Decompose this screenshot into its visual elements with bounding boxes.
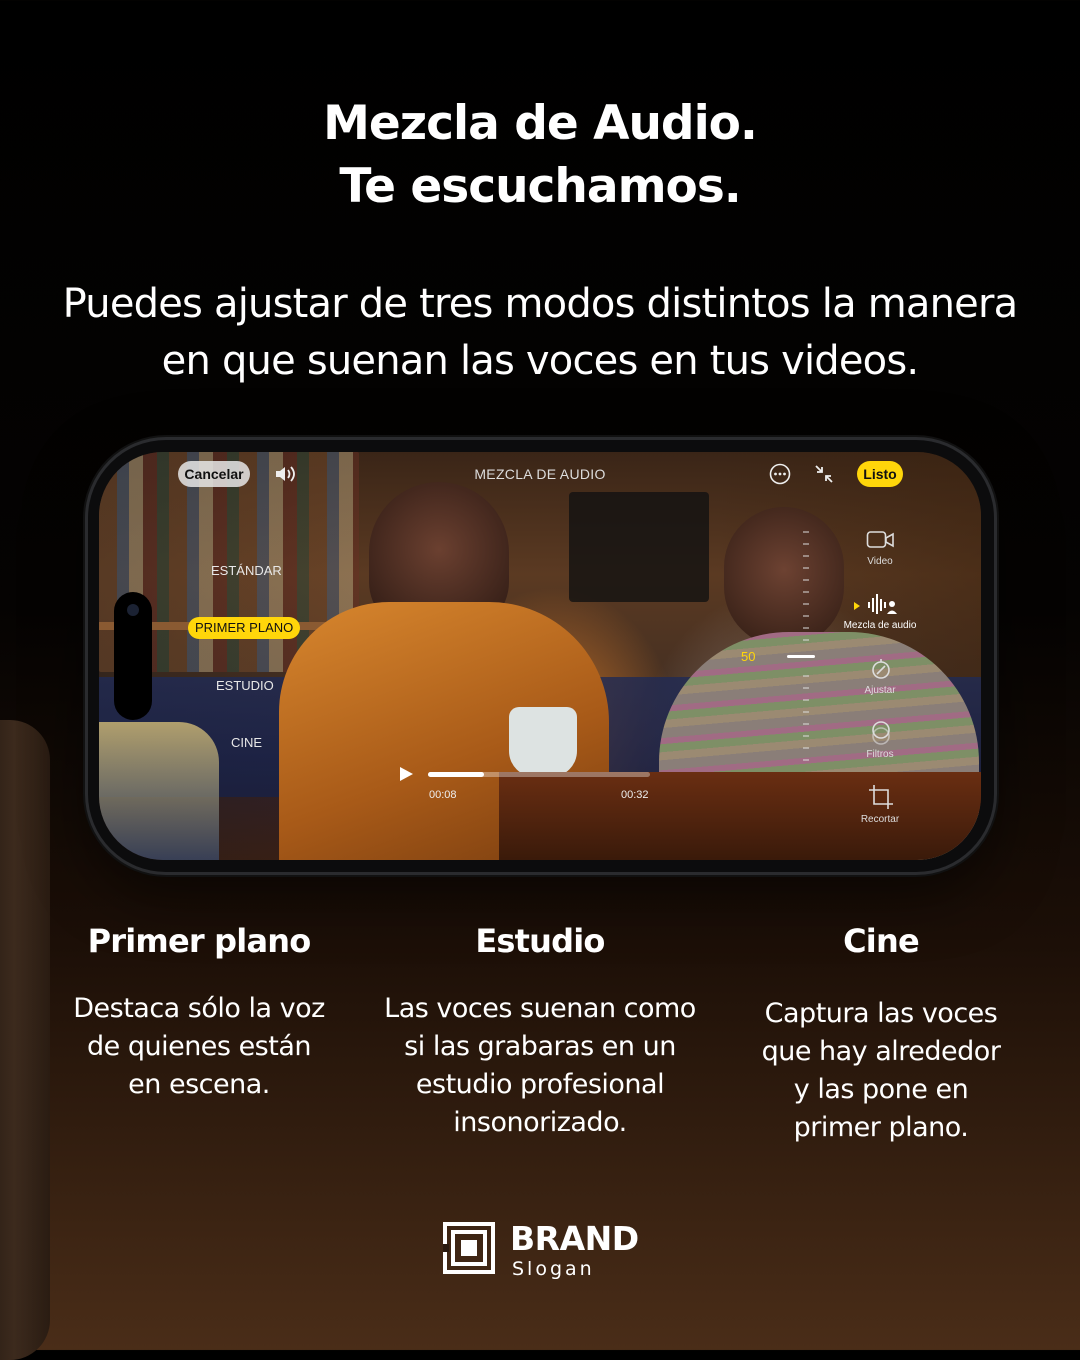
done-button[interactable]: Listo [857, 461, 903, 487]
adjust-dial-icon[interactable] [869, 658, 893, 682]
feature-body-line: si las grabaras en un [404, 1031, 676, 1062]
feature-title-cine: Cine [843, 922, 920, 960]
total-time: 00:32 [621, 789, 649, 801]
feature-body-line: y las pone en [793, 1074, 969, 1105]
feature-body-line: Las voces suenan como [384, 993, 696, 1024]
feature-body-cine: Captura las voces que hay alrededor y la… [711, 995, 1051, 1147]
headline-line-1: Mezcla de Audio. [323, 96, 758, 151]
tool-label-filters: Filtros [866, 749, 894, 760]
more-options-icon[interactable] [769, 463, 791, 485]
tool-label-video: Video [867, 556, 893, 567]
video-screen [99, 452, 981, 860]
brand-name: BRAND [510, 1219, 639, 1258]
feature-title-primer-plano: Primer plano [87, 922, 312, 960]
feature-body-line: en escena. [128, 1069, 270, 1100]
crop-icon[interactable] [868, 784, 894, 810]
feature-title-estudio: Estudio [475, 922, 605, 960]
mode-primer-plano-selected[interactable]: PRIMER PLANO [188, 617, 301, 639]
woman-head [724, 507, 844, 647]
mode-estandar[interactable]: ESTÁNDAR [211, 563, 282, 578]
feature-body-line: primer plano. [793, 1112, 969, 1143]
brand-logo-icon [443, 1222, 495, 1274]
coffee-mug [509, 707, 577, 777]
subheadline: Puedes ajustar de tres modos distintos l… [0, 276, 1080, 390]
audio-waveform-icon[interactable] [866, 592, 898, 616]
subheadline-line-2: en que suenan las voces en tus videos. [161, 338, 919, 384]
feature-body-estudio: Las voces suenan como si las grabaras en… [370, 990, 710, 1142]
cancel-button[interactable]: Cancelar [178, 461, 250, 487]
tool-label-audio-mix: Mezcla de audio [843, 620, 917, 631]
intensity-slider[interactable] [800, 528, 812, 764]
feature-body-line: Captura las voces [764, 998, 998, 1029]
intensity-value: 50 [741, 649, 756, 664]
filters-icon[interactable] [869, 720, 893, 746]
playback-progress [428, 772, 484, 777]
mode-cine[interactable]: CINE [231, 735, 262, 750]
front-camera [127, 604, 139, 616]
subheadline-line-1: Puedes ajustar de tres modos distintos l… [62, 281, 1018, 327]
feature-body-line: estudio profesional [415, 1069, 665, 1100]
feature-body-line: Destaca sólo la voz [73, 993, 325, 1024]
feature-body-line: que hay alrededor [761, 1036, 1001, 1067]
brand-slogan: Slogan [512, 1258, 595, 1280]
mode-estudio[interactable]: ESTUDIO [216, 678, 274, 693]
current-time: 00:08 [429, 789, 457, 801]
wall-tv [569, 492, 709, 602]
foreground-person [99, 722, 219, 860]
selected-tool-indicator-icon [853, 598, 861, 610]
tool-label-adjust: Ajustar [864, 685, 896, 696]
screen-title: MEZCLA DE AUDIO [474, 466, 606, 482]
intensity-slider-thumb[interactable] [787, 655, 815, 658]
tool-label-crop: Recortar [860, 814, 900, 825]
speaker-volume-icon[interactable] [274, 463, 300, 485]
feature-body-primer-plano: Destaca sólo la voz de quienes están en … [29, 990, 369, 1104]
feature-body-line: insonorizado. [453, 1107, 627, 1138]
headline: Mezcla de Audio. Te escuchamos. [0, 92, 1080, 218]
play-icon[interactable] [398, 766, 414, 782]
collapse-arrows-icon[interactable] [813, 463, 835, 485]
feature-body-line: de quienes están [87, 1031, 312, 1062]
video-camera-icon[interactable] [866, 528, 896, 552]
headline-line-2: Te escuchamos. [339, 159, 741, 214]
